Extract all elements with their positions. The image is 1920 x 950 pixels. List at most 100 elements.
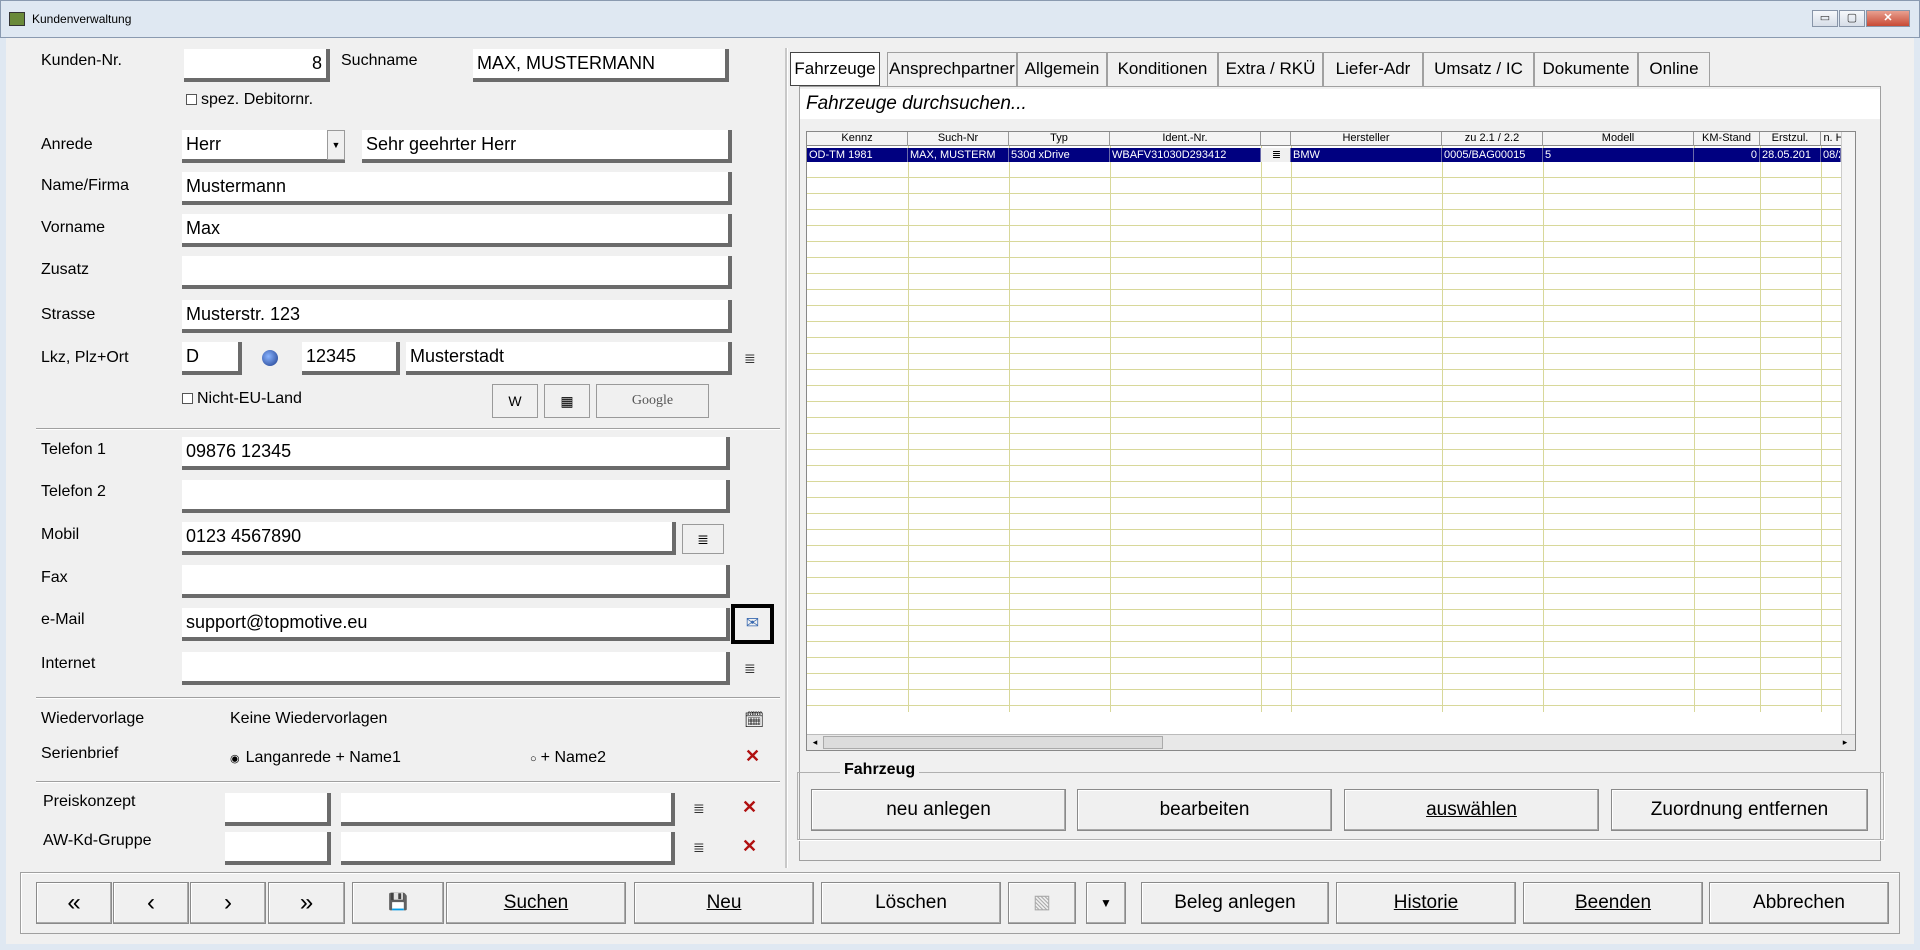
horizontal-scrollbar[interactable]: ◂ ▸ xyxy=(807,734,1855,750)
next-record-button[interactable]: › xyxy=(190,882,266,924)
column-header[interactable]: Modell xyxy=(1543,132,1694,146)
column-header[interactable]: Erstzul. xyxy=(1760,132,1821,146)
ort-field[interactable]: Musterstadt xyxy=(406,342,732,375)
anrede-dropdown-button[interactable]: ▼ xyxy=(327,130,345,160)
cell-list-icon[interactable]: ≣ xyxy=(1261,148,1291,162)
checkbox-box[interactable] xyxy=(186,94,197,105)
column-header[interactable]: Ident.-Nr. xyxy=(1110,132,1261,146)
cell-modell[interactable]: 5 xyxy=(1543,148,1694,162)
radio-checked-icon[interactable]: ◉ xyxy=(230,753,240,765)
aw-name-field[interactable] xyxy=(341,832,675,865)
briefanrede-field[interactable]: Sehr geehrter Herr xyxy=(362,130,732,163)
tab-extra-rku[interactable]: Extra / RKÜ xyxy=(1218,52,1323,86)
mobil-field[interactable]: 0123 4567890 xyxy=(182,522,676,555)
zusatz-field[interactable] xyxy=(182,256,732,289)
globe-icon[interactable] xyxy=(262,350,278,366)
telefon2-field[interactable] xyxy=(182,480,730,513)
column-header[interactable] xyxy=(1261,132,1291,146)
column-header[interactable]: KM-Stand xyxy=(1694,132,1760,146)
scroll-right-icon[interactable]: ▸ xyxy=(1839,737,1851,749)
history-button[interactable]: Historie xyxy=(1336,882,1516,924)
aw-code-field[interactable] xyxy=(225,832,331,865)
tab-umsatz-ic[interactable]: Umsatz / IC xyxy=(1423,52,1534,86)
internet-list-icon[interactable]: ≣ xyxy=(744,660,756,677)
vorname-field[interactable]: Max xyxy=(182,214,732,247)
preiskonzept-clear-icon[interactable]: ✕ xyxy=(742,797,757,818)
cell-hu[interactable]: 08/25 xyxy=(1821,148,1841,162)
email-field[interactable]: support@topmotive.eu xyxy=(182,608,730,641)
minimize-button[interactable]: ▭ xyxy=(1812,10,1838,27)
cell-zu[interactable]: 0005/BAG00015 xyxy=(1442,148,1543,162)
internet-field[interactable] xyxy=(182,652,730,685)
spez-debitor-checkbox[interactable]: spez. Debitornr. xyxy=(186,91,313,109)
cell-erstzul[interactable]: 28.05.201 xyxy=(1760,148,1821,162)
vehicle-search-field[interactable]: Fahrzeuge durchsuchen... xyxy=(800,89,1880,119)
send-email-icon[interactable]: ✉ xyxy=(731,604,774,644)
word-icon[interactable]: W xyxy=(492,384,538,418)
create-document-button[interactable]: Beleg anlegen xyxy=(1141,882,1329,924)
cell-kennz[interactable]: OD-TM 1981 xyxy=(807,148,908,162)
splitter[interactable] xyxy=(785,48,788,868)
scroll-left-icon[interactable]: ◂ xyxy=(809,737,821,749)
telefon1-field[interactable]: 09876 12345 xyxy=(182,437,730,470)
serienbrief-radio-1[interactable]: ◉ Langanrede + Name1 xyxy=(230,749,401,767)
checkbox-box[interactable] xyxy=(182,393,193,404)
maximize-button[interactable]: ▢ xyxy=(1839,10,1865,27)
name-field[interactable]: Mustermann xyxy=(182,172,732,205)
calculator-icon[interactable]: ▦ xyxy=(544,384,590,418)
preiskonzept-name-field[interactable] xyxy=(341,793,675,826)
radio-unchecked-icon[interactable]: ○ xyxy=(530,753,537,765)
tab-allgemein[interactable]: Allgemein xyxy=(1017,52,1107,86)
serienbrief-clear-icon[interactable]: ✕ xyxy=(745,746,760,767)
last-record-button[interactable]: » xyxy=(268,882,345,924)
column-header[interactable]: Hersteller xyxy=(1291,132,1442,146)
ort-list-icon[interactable]: ≣ xyxy=(744,350,756,367)
preiskonzept-code-field[interactable] xyxy=(225,793,331,826)
remove-assignment-button[interactable]: Zuordnung entfernen xyxy=(1611,789,1868,831)
calendar-icon[interactable]: 🗓 xyxy=(744,710,764,730)
exit-button[interactable]: Beenden xyxy=(1523,882,1703,924)
tab-dokumente[interactable]: Dokumente xyxy=(1534,52,1638,86)
tab-ansprechpartner[interactable]: Ansprechpartner xyxy=(887,52,1017,86)
anrede-select[interactable]: Herr xyxy=(182,130,345,163)
serienbrief-radio-2[interactable]: ○ + Name2 xyxy=(530,749,606,767)
nicht-eu-checkbox[interactable]: Nicht-EU-Land xyxy=(182,390,302,408)
aw-list-icon[interactable]: ≣ xyxy=(693,839,705,856)
lkz-field[interactable]: D xyxy=(182,342,242,375)
search-button[interactable]: Suchen xyxy=(446,882,626,924)
tab-fahrzeuge[interactable]: Fahrzeuge xyxy=(790,52,880,86)
column-header[interactable]: Typ xyxy=(1009,132,1110,146)
cell-km-stand[interactable]: 0 xyxy=(1694,148,1760,162)
cell-hersteller[interactable]: BMW xyxy=(1291,148,1442,162)
column-header[interactable]: zu 2.1 / 2.2 xyxy=(1442,132,1543,146)
tab-konditionen[interactable]: Konditionen xyxy=(1107,52,1218,86)
cancel-button[interactable]: Abbrechen xyxy=(1709,882,1889,924)
select-vehicle-button[interactable]: auswählen xyxy=(1344,789,1599,831)
delete-button[interactable]: Löschen xyxy=(821,882,1001,924)
table-row[interactable]: OD-TM 1981 MAX, MUSTERM 530d xDrive WBAF… xyxy=(807,148,1841,162)
close-button[interactable]: ✕ xyxy=(1866,10,1910,27)
preiskonzept-list-icon[interactable]: ≣ xyxy=(693,800,705,817)
fax-field[interactable] xyxy=(182,565,730,598)
cell-typ[interactable]: 530d xDrive xyxy=(1009,148,1110,162)
column-header[interactable]: Such-Nr xyxy=(908,132,1009,146)
aw-clear-icon[interactable]: ✕ xyxy=(742,836,757,857)
scroll-thumb[interactable] xyxy=(823,736,1163,749)
edit-vehicle-button[interactable]: bearbeiten xyxy=(1077,789,1332,831)
new-button[interactable]: Neu xyxy=(634,882,814,924)
strasse-field[interactable]: Musterstr. 123 xyxy=(182,300,732,333)
suchname-field[interactable]: MAX, MUSTERMANN xyxy=(473,49,729,82)
vertical-scrollbar[interactable] xyxy=(1841,132,1855,734)
column-header[interactable]: Kennz xyxy=(807,132,908,146)
google-button[interactable]: Google xyxy=(596,384,709,418)
tab-liefer-adr[interactable]: Liefer-Adr xyxy=(1323,52,1423,86)
save-icon[interactable]: 💾 xyxy=(352,882,444,924)
kunden-nr-field[interactable]: 8 xyxy=(184,49,330,82)
plz-field[interactable]: 12345 xyxy=(302,342,400,375)
new-vehicle-button[interactable]: neu anlegen xyxy=(811,789,1066,831)
tab-online[interactable]: Online xyxy=(1638,52,1710,86)
first-record-button[interactable]: « xyxy=(36,882,112,924)
mobil-list-button[interactable]: ≣ xyxy=(682,524,724,554)
prev-record-button[interactable]: ‹ xyxy=(113,882,189,924)
cell-such-nr[interactable]: MAX, MUSTERM xyxy=(908,148,1009,162)
